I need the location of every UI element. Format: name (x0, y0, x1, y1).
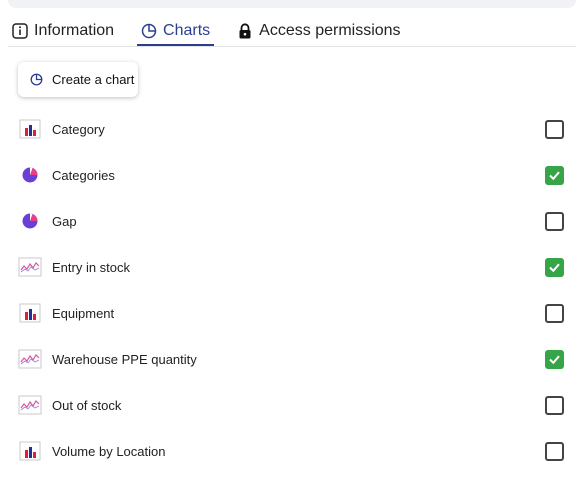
chart-checkbox[interactable] (545, 258, 564, 277)
chart-list-item[interactable]: Gap (18, 198, 566, 244)
chart-label: Category (52, 121, 105, 137)
chart-list-item[interactable]: Entry in stock (18, 244, 566, 290)
chart-list-item[interactable]: Categories (18, 152, 566, 198)
chart-list-item[interactable]: Volume by Location (18, 428, 566, 474)
bar-chart-icon (18, 440, 42, 462)
tab-bar: Information Charts Access permissions (8, 16, 576, 47)
chart-checkbox[interactable] (545, 350, 564, 369)
line-chart-icon (18, 394, 42, 416)
chart-label: Equipment (52, 305, 115, 321)
chart-list-item[interactable]: Equipment (18, 290, 566, 336)
chart-checkbox[interactable] (545, 120, 564, 139)
chart-label: Warehouse PPE quantity (52, 351, 197, 367)
top-strip (8, 0, 576, 8)
tab-access-label: Access permissions (259, 21, 401, 39)
chart-checkbox[interactable] (545, 442, 564, 461)
pie-chart-icon (18, 164, 42, 186)
chart-checkbox[interactable] (545, 212, 564, 231)
chart-label: Categories (52, 167, 115, 183)
create-chart-label: Create a chart (52, 72, 135, 87)
chart-list-item[interactable]: Category (18, 106, 566, 152)
chart-checkbox[interactable] (545, 304, 564, 323)
chart-list-item[interactable]: Out of stock (18, 382, 566, 428)
chart-checkbox[interactable] (545, 396, 564, 415)
bar-chart-icon (18, 302, 42, 324)
pie-chart-icon (18, 210, 42, 232)
chart-list: Category Categories Gap Entry in stock Equip… (18, 106, 566, 474)
bar-chart-icon (18, 118, 42, 140)
tab-charts[interactable]: Charts (137, 16, 215, 46)
tab-access-permissions[interactable]: Access permissions (233, 16, 404, 45)
chart-label: Entry in stock (52, 259, 131, 275)
tab-information-label: Information (34, 21, 115, 39)
pie-chart-outline-icon (141, 23, 157, 39)
line-chart-icon (18, 348, 42, 370)
chart-list-item[interactable]: Warehouse PPE quantity (18, 336, 566, 382)
info-icon (12, 22, 28, 39)
line-chart-icon (18, 256, 42, 278)
chart-checkbox[interactable] (545, 166, 564, 185)
chart-label: Out of stock (52, 397, 122, 413)
pie-chart-outline-icon (30, 73, 43, 86)
chart-label: Gap (52, 213, 77, 229)
tab-charts-label: Charts (163, 21, 211, 39)
lock-icon (237, 22, 253, 39)
chart-label: Volume by Location (52, 443, 166, 459)
create-chart-button[interactable]: Create a chart (18, 62, 138, 97)
tab-information[interactable]: Information (8, 16, 118, 45)
